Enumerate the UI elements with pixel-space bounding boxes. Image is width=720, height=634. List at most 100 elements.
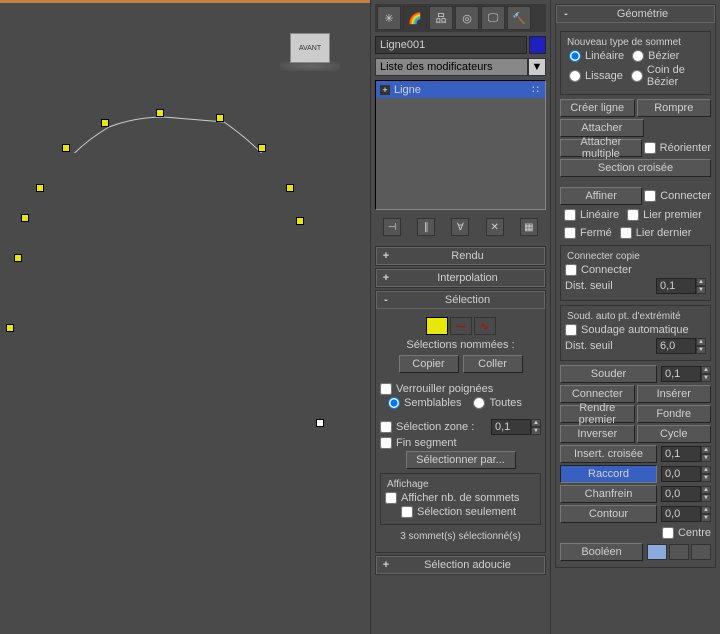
- chamfer-spinner[interactable]: ▲▼: [661, 486, 711, 502]
- vertex[interactable]: [101, 119, 109, 127]
- break-button[interactable]: Rompre: [637, 99, 712, 117]
- attach-multiple-button[interactable]: Attacher multiple: [560, 139, 642, 157]
- connect-copy-label: Connecter copie: [565, 251, 642, 262]
- cycle-button[interactable]: Cycle: [637, 425, 712, 443]
- vertex[interactable]: [21, 214, 29, 222]
- reverse-button[interactable]: Inverser: [560, 425, 635, 443]
- closed-checkbox[interactable]: Fermé: [564, 227, 612, 239]
- insert-button[interactable]: Insérer: [637, 385, 712, 403]
- vertex[interactable]: [36, 184, 44, 192]
- stack-item-marker-icon: ∷: [532, 83, 541, 96]
- vertex-subobject-icon[interactable]: ⋱: [426, 317, 448, 335]
- connect-checkbox[interactable]: Connecter: [644, 189, 711, 203]
- refine-button[interactable]: Affiner: [560, 187, 642, 205]
- cross-insert-spinner[interactable]: ▲▼: [661, 446, 711, 462]
- weld-button[interactable]: Souder: [560, 365, 657, 383]
- hierarchy-tab-icon[interactable]: 品: [429, 6, 453, 30]
- bezier-corner-radio[interactable]: Coin de Bézier: [631, 64, 706, 88]
- modify-tab-icon[interactable]: 🌈: [403, 6, 427, 30]
- spline-curve: [0, 3, 300, 153]
- select-by-button[interactable]: Sélectionner par...: [406, 451, 516, 469]
- weld-spinner[interactable]: ▲▼: [661, 366, 711, 382]
- bezier-radio[interactable]: Bézier: [632, 50, 679, 62]
- fuse-button[interactable]: Fondre: [637, 405, 712, 423]
- create-tab-icon[interactable]: ✳: [377, 6, 401, 30]
- rollout-soft-selection[interactable]: +Sélection adoucie: [376, 556, 545, 574]
- end-vertex[interactable]: [316, 419, 324, 427]
- selection-only-checkbox[interactable]: Sélection seulement: [385, 506, 536, 518]
- show-end-result-icon[interactable]: ∥: [417, 218, 435, 236]
- rollout-rendu[interactable]: +Rendu: [376, 247, 545, 265]
- chamfer-button[interactable]: Chanfrein: [560, 485, 657, 503]
- cross-insert-button[interactable]: Insert. croisée: [560, 445, 657, 463]
- reorient-checkbox[interactable]: Réorienter: [644, 141, 711, 155]
- vertex[interactable]: [6, 324, 14, 332]
- remove-modifier-icon[interactable]: ✕: [486, 218, 504, 236]
- area-selection-checkbox[interactable]: Sélection zone :: [380, 421, 487, 433]
- bind-last-checkbox[interactable]: Lier dernier: [620, 227, 692, 239]
- dist-thresh-spinner-2[interactable]: ▲▼: [656, 338, 706, 354]
- show-vertex-count-checkbox[interactable]: Afficher nb. de sommets: [385, 492, 536, 504]
- dist-thresh-spinner-1[interactable]: ▲▼: [656, 278, 706, 294]
- connect-button[interactable]: Connecter: [560, 385, 635, 403]
- lock-handles-checkbox[interactable]: Verrouiller poignées: [380, 383, 541, 395]
- fillet-spinner[interactable]: ▲▼: [661, 466, 711, 482]
- selection-status: 3 sommet(s) sélectionné(s): [380, 531, 541, 542]
- attach-button[interactable]: Attacher: [560, 119, 644, 137]
- copy-button[interactable]: Copier: [399, 355, 459, 373]
- dist-thresh-label-2: Dist. seuil: [565, 340, 652, 352]
- bind-first-checkbox[interactable]: Lier premier: [627, 209, 702, 221]
- make-unique-icon[interactable]: ∀: [451, 218, 469, 236]
- display-tab-icon[interactable]: 🖵: [481, 6, 505, 30]
- rollout-geometry[interactable]: -Géométrie: [556, 5, 715, 23]
- paste-button[interactable]: Coller: [463, 355, 523, 373]
- dist-thresh-label-1: Dist. seuil: [565, 280, 652, 292]
- vertex[interactable]: [258, 144, 266, 152]
- vertex[interactable]: [156, 109, 164, 117]
- all-radio[interactable]: Toutes: [473, 397, 521, 409]
- stack-item-ligne[interactable]: + Ligne ∷: [376, 81, 545, 98]
- pin-stack-icon[interactable]: ⊣: [383, 218, 401, 236]
- cross-section-button[interactable]: Section croisée: [560, 159, 711, 177]
- auto-weld-checkbox[interactable]: Soudage automatique: [565, 324, 706, 336]
- spline-subobject-icon[interactable]: ∿: [474, 317, 496, 335]
- connect-copy-checkbox[interactable]: Connecter: [565, 264, 706, 276]
- center-checkbox[interactable]: Centre: [662, 527, 711, 539]
- boolean-mode-icons[interactable]: [647, 544, 711, 560]
- viewcube[interactable]: AVANT: [290, 33, 330, 63]
- linear-radio[interactable]: Linéaire: [569, 50, 624, 62]
- viewport[interactable]: AVANT: [0, 0, 370, 634]
- create-line-button[interactable]: Créer ligne: [560, 99, 635, 117]
- expand-icon[interactable]: +: [380, 85, 390, 95]
- dropdown-arrow-icon[interactable]: ▼: [528, 58, 546, 76]
- configure-sets-icon[interactable]: ▦: [520, 218, 538, 236]
- new-vertex-type-label: Nouveau type de sommet: [565, 37, 683, 48]
- object-name-input[interactable]: [375, 36, 527, 54]
- smooth-radio[interactable]: Lissage: [569, 64, 623, 88]
- outline-spinner[interactable]: ▲▼: [661, 506, 711, 522]
- vertex[interactable]: [296, 217, 304, 225]
- modifier-stack[interactable]: + Ligne ∷: [375, 80, 546, 210]
- outline-button[interactable]: Contour: [560, 505, 657, 523]
- object-color-swatch[interactable]: [529, 36, 546, 54]
- stack-item-label: Ligne: [394, 84, 421, 96]
- rollout-interpolation[interactable]: +Interpolation: [376, 269, 545, 287]
- boolean-button[interactable]: Booléen: [560, 543, 643, 561]
- geometry-panel: -Géométrie Nouveau type de sommet Linéai…: [550, 0, 720, 634]
- segment-subobject-icon[interactable]: ⁓: [450, 317, 472, 335]
- auto-weld-label: Soud. auto pt. d'extrémité: [565, 311, 683, 322]
- vertex[interactable]: [62, 144, 70, 152]
- modifier-list-dropdown[interactable]: [375, 58, 528, 76]
- area-spinner[interactable]: ▲▼: [491, 419, 541, 435]
- rollout-selection[interactable]: -Sélection: [376, 291, 545, 309]
- similar-radio[interactable]: Semblables: [388, 397, 461, 409]
- utilities-tab-icon[interactable]: 🔨: [507, 6, 531, 30]
- motion-tab-icon[interactable]: ◎: [455, 6, 479, 30]
- end-segment-checkbox[interactable]: Fin segment: [380, 437, 541, 449]
- make-first-button[interactable]: Rendre premier: [560, 405, 635, 423]
- linear-checkbox[interactable]: Linéaire: [564, 209, 619, 221]
- fillet-button[interactable]: Raccord: [560, 465, 657, 483]
- vertex[interactable]: [286, 184, 294, 192]
- vertex[interactable]: [216, 114, 224, 122]
- vertex[interactable]: [14, 254, 22, 262]
